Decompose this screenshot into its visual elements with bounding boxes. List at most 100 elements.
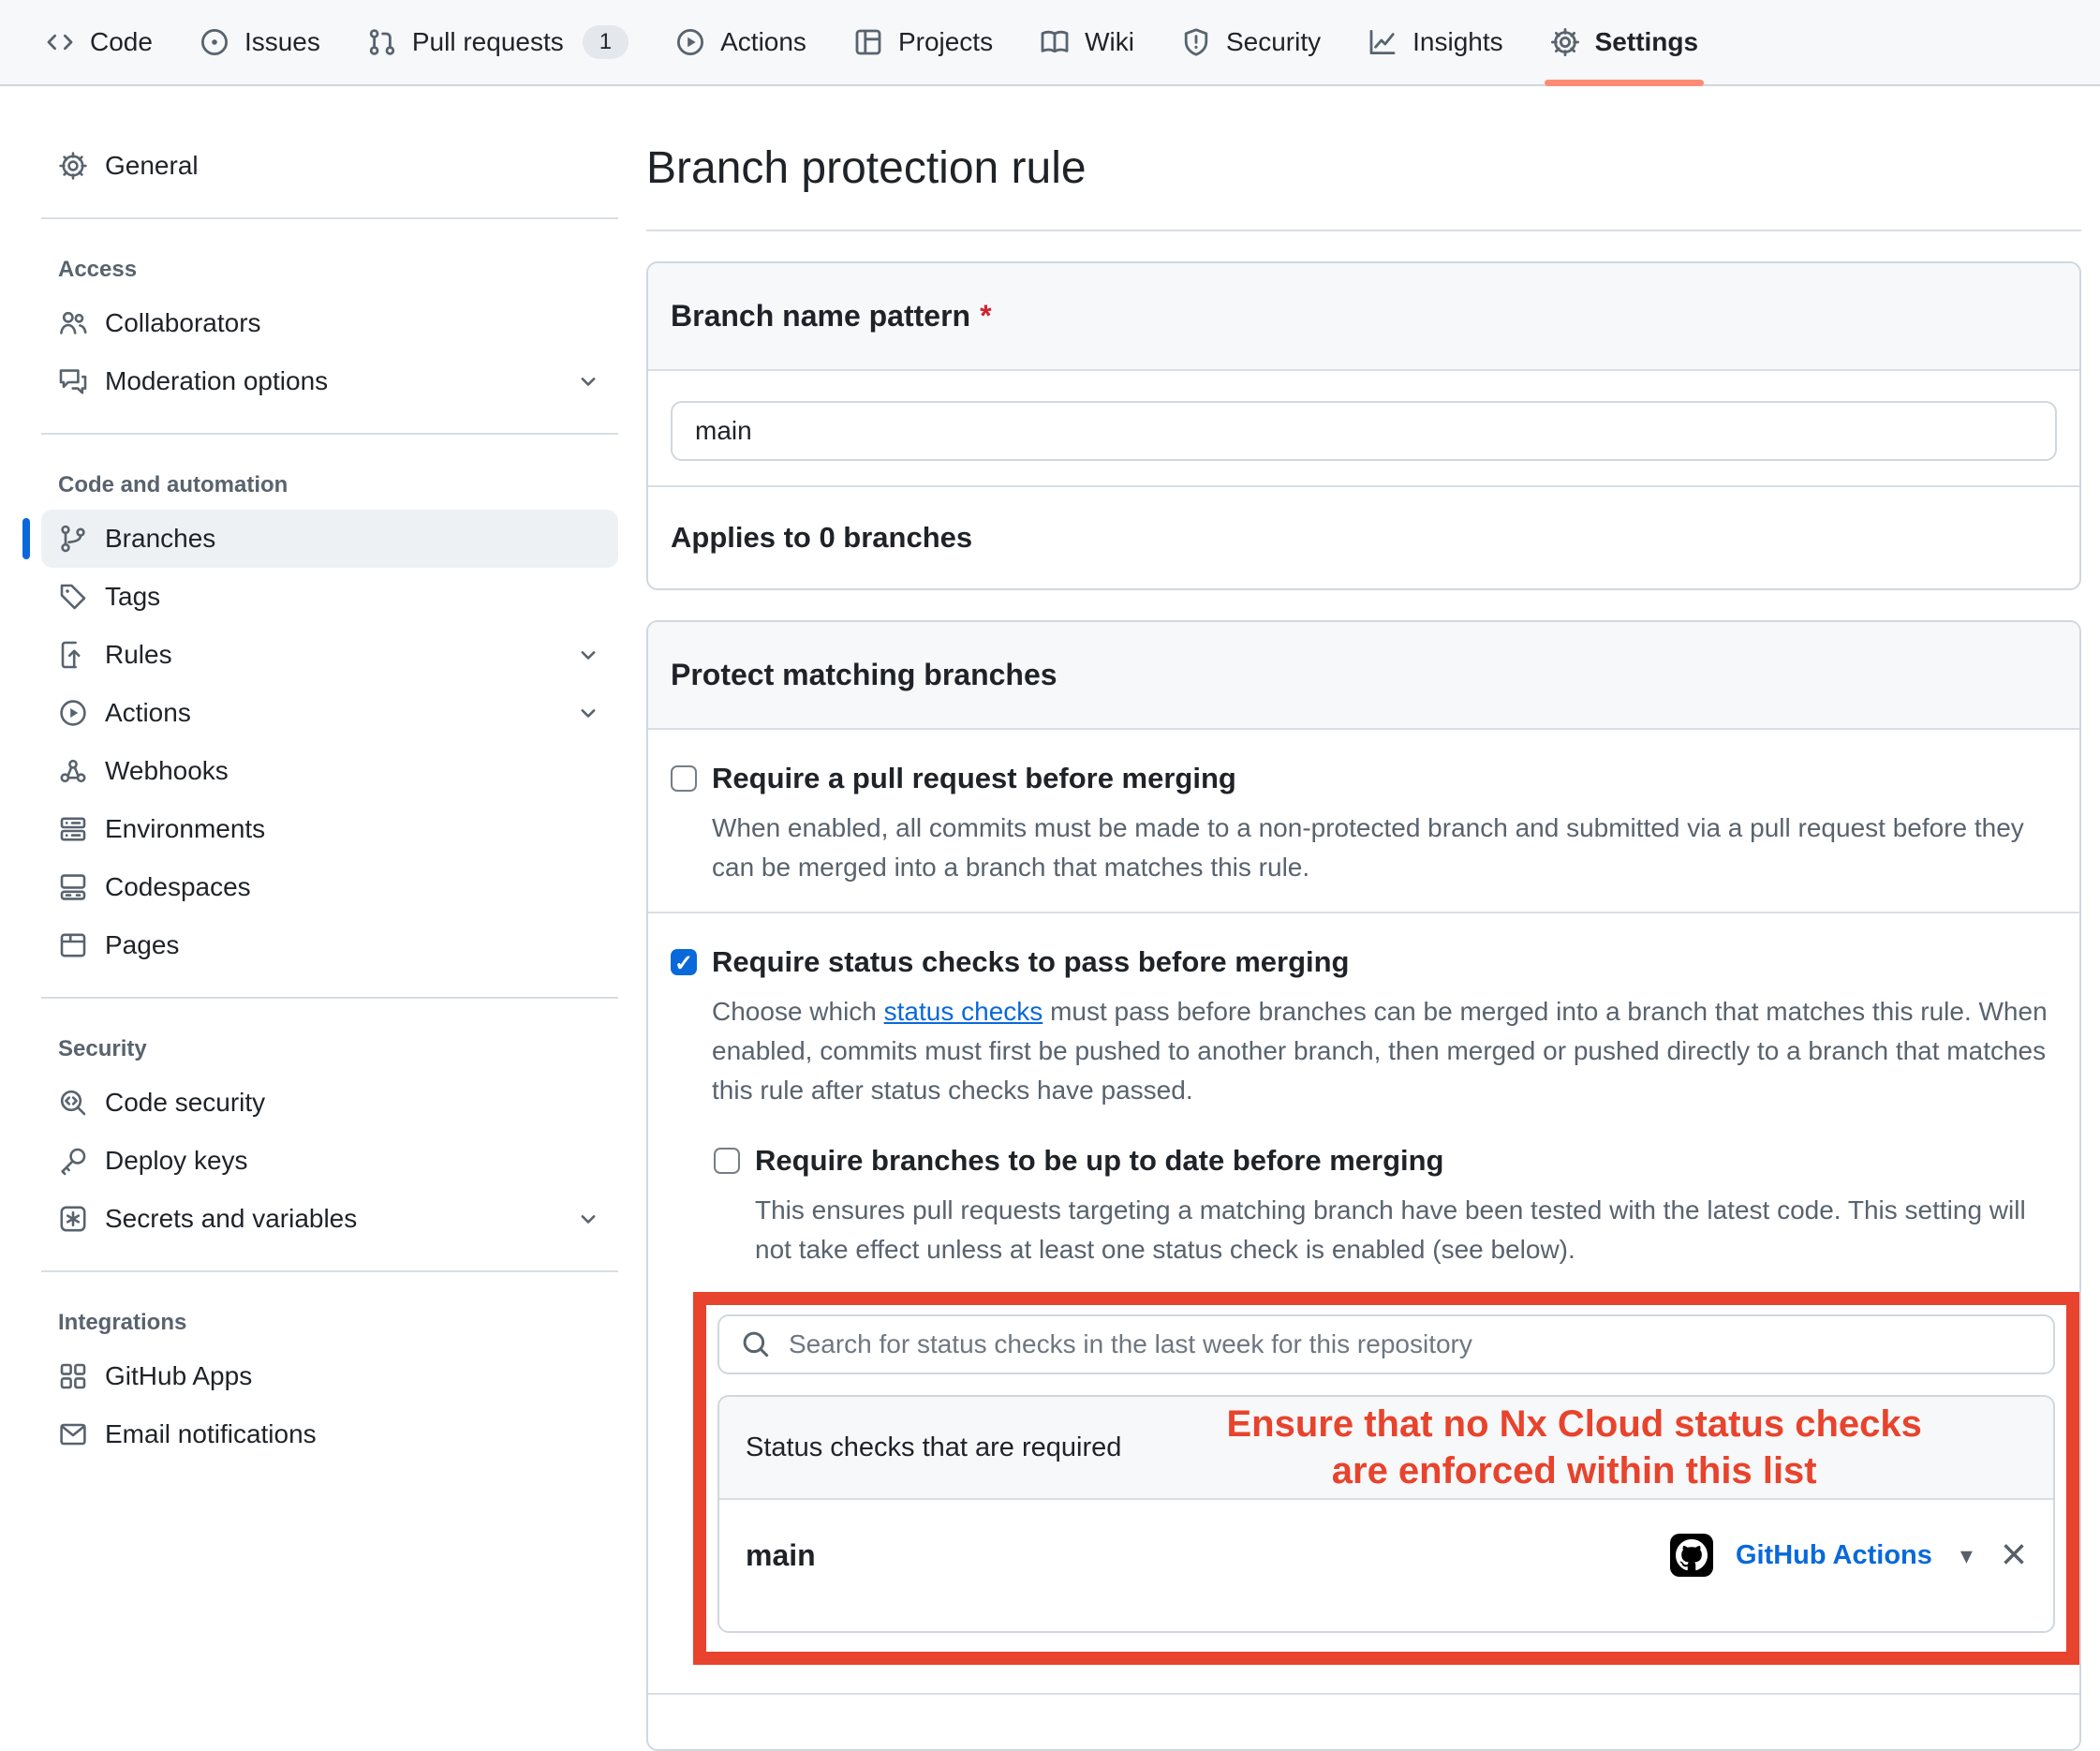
sidebar-divider [41, 433, 618, 435]
sidebar-item-label: Pages [105, 930, 179, 960]
tab-wiki[interactable]: Wiki [1019, 0, 1155, 84]
shield-icon [1181, 27, 1211, 57]
require-up-to-date-label: Require branches to be up to date before… [755, 1142, 1444, 1180]
tab-label: Code [90, 27, 153, 57]
status-check-row: main GitHub Actions ▾ × [719, 1500, 2053, 1631]
sidebar-item-environments[interactable]: Environments [41, 800, 618, 858]
branch-name-pattern-card: Branch name pattern* Applies to 0 branch… [646, 261, 2081, 590]
sidebar-item-email-notifications[interactable]: Email notifications [41, 1405, 618, 1463]
tab-pull-requests[interactable]: Pull requests 1 [347, 0, 649, 84]
sidebar-item-collaborators[interactable]: Collaborators [41, 294, 618, 352]
require-up-to-date-description: This ensures pull requests targeting a m… [755, 1191, 2057, 1269]
sidebar-item-label: Secrets and variables [105, 1204, 357, 1234]
annotation-highlight-box: Status checks that are required Ensure t… [693, 1292, 2079, 1665]
sidebar-section-title-integrations: Integrations [41, 1295, 618, 1347]
sidebar-item-label: Collaborators [105, 308, 261, 338]
status-checks-search-input[interactable] [717, 1314, 2055, 1374]
chevron-down-icon[interactable] [575, 1206, 601, 1232]
people-icon [58, 308, 88, 338]
tab-code[interactable]: Code [24, 0, 173, 84]
sidebar-item-label: Tags [105, 582, 160, 612]
github-actions-avatar [1670, 1534, 1713, 1577]
sidebar-item-actions[interactable]: Actions [41, 684, 618, 742]
require-pull-request-label: Require a pull request before merging [712, 760, 1236, 797]
sidebar-item-general[interactable]: General [41, 137, 618, 195]
sidebar-item-branches[interactable]: Branches [41, 510, 618, 568]
sidebar-item-code-security[interactable]: Code security [41, 1074, 618, 1132]
gear-icon [58, 151, 88, 181]
next-rule-section-cutoff [648, 1693, 2079, 1749]
octocat-icon [1676, 1539, 1708, 1571]
annotation-line-2: are enforced within this list [1332, 1450, 1817, 1491]
require-status-checks-checkbox[interactable] [671, 949, 697, 975]
sidebar-divider [41, 1270, 618, 1272]
require-pull-request-checkbox[interactable] [671, 765, 697, 792]
branch-name-pattern-input[interactable] [671, 401, 2057, 461]
code-icon [45, 27, 75, 57]
sidebar-item-secrets-variables[interactable]: Secrets and variables [41, 1190, 618, 1248]
issue-opened-icon [200, 27, 229, 57]
sidebar-item-label: GitHub Apps [105, 1361, 252, 1391]
sidebar-item-github-apps[interactable]: GitHub Apps [41, 1347, 618, 1405]
tab-label: Settings [1595, 27, 1698, 57]
applies-to-branches-text: Applies to 0 branches [648, 485, 2079, 588]
rule-require-pull-request: Require a pull request before merging Wh… [648, 730, 2079, 912]
sidebar-item-label: Email notifications [105, 1419, 317, 1449]
protect-matching-branches-header: Protect matching branches [648, 622, 2079, 730]
sidebar-item-label: General [105, 151, 199, 181]
status-checks-link[interactable]: status checks [884, 997, 1043, 1026]
annotation-text: Ensure that no Nx Cloud status checks ar… [1121, 1401, 2027, 1494]
pull-requests-count-badge: 1 [583, 25, 629, 59]
sidebar-item-webhooks[interactable]: Webhooks [41, 742, 618, 800]
dropdown-caret-icon[interactable]: ▾ [1955, 1541, 1978, 1570]
key-icon [58, 1146, 88, 1176]
protect-matching-branches-card: Protect matching branches Require a pull… [646, 620, 2081, 1751]
graph-icon [1368, 27, 1398, 57]
git-pull-request-icon [367, 27, 397, 57]
tab-security[interactable]: Security [1161, 0, 1341, 84]
sidebar-item-tags[interactable]: Tags [41, 568, 618, 626]
sidebar-item-moderation-options[interactable]: Moderation options [41, 352, 618, 410]
mail-icon [58, 1419, 88, 1449]
sidebar-item-label: Actions [105, 698, 191, 728]
tab-projects[interactable]: Projects [833, 0, 1013, 84]
chevron-down-icon[interactable] [575, 642, 601, 668]
play-circle-icon [58, 698, 88, 728]
require-pull-request-description: When enabled, all commits must be made t… [712, 809, 2057, 887]
browser-icon [58, 930, 88, 960]
github-actions-link[interactable]: GitHub Actions [1736, 1540, 1932, 1571]
sidebar-divider [41, 217, 618, 219]
tab-issues[interactable]: Issues [179, 0, 341, 84]
tab-settings[interactable]: Settings [1530, 0, 1719, 84]
sidebar-item-label: Codespaces [105, 872, 251, 902]
table-icon [853, 27, 883, 57]
required-status-checks-header: Status checks that are required Ensure t… [719, 1397, 2053, 1500]
tab-actions[interactable]: Actions [655, 0, 827, 84]
rule-require-status-checks: Require status checks to pass before mer… [648, 912, 2079, 1693]
tab-label: Security [1226, 27, 1321, 57]
chevron-down-icon[interactable] [575, 700, 601, 726]
require-up-to-date-checkbox[interactable] [714, 1148, 740, 1174]
apps-grid-icon [58, 1361, 88, 1391]
tab-label: Pull requests [412, 27, 564, 57]
git-branch-icon [58, 524, 88, 554]
sidebar-item-label: Webhooks [105, 756, 229, 786]
sidebar-item-label: Moderation options [105, 366, 328, 396]
tab-label: Insights [1412, 27, 1503, 57]
status-check-name: main [746, 1538, 816, 1573]
sidebar-item-pages[interactable]: Pages [41, 916, 618, 974]
repo-tab-nav: Code Issues Pull requests 1 Actions Proj… [0, 0, 2100, 86]
sidebar-item-deploy-keys[interactable]: Deploy keys [41, 1132, 618, 1190]
sidebar-item-label: Rules [105, 640, 172, 670]
tab-insights[interactable]: Insights [1347, 0, 1524, 84]
sidebar-item-codespaces[interactable]: Codespaces [41, 858, 618, 916]
tab-label: Actions [720, 27, 806, 57]
tab-label: Wiki [1085, 27, 1134, 57]
sidebar-item-rules[interactable]: Rules [41, 626, 618, 684]
sidebar-divider [41, 997, 618, 999]
remove-status-check-icon[interactable]: × [2001, 1536, 2027, 1574]
require-status-checks-description: Choose which status checks must pass bef… [712, 992, 2057, 1110]
settings-sidebar: General Access Collaborators Moderation … [41, 137, 618, 1751]
required-status-checks-panel: Status checks that are required Ensure t… [717, 1395, 2055, 1633]
chevron-down-icon[interactable] [575, 368, 601, 394]
